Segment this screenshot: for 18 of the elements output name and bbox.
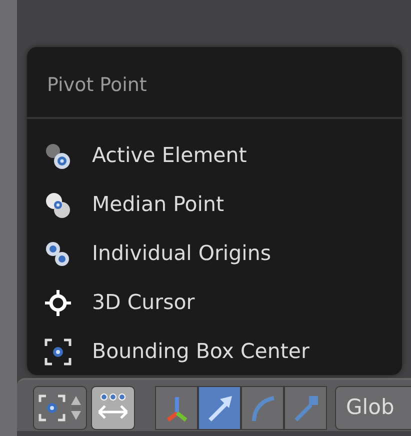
pivot-dropdown[interactable] [33, 386, 87, 430]
active-element-icon [44, 142, 72, 170]
tool-button[interactable] [155, 386, 198, 430]
bounding-box-icon [38, 394, 66, 422]
menu-item[interactable]: 3D Cursor [27, 278, 402, 327]
manipulator-toggle[interactable] [91, 386, 135, 430]
bounding-box-icon [44, 338, 72, 366]
individual-origins-icon [44, 240, 72, 268]
menu-item[interactable]: Median Point [27, 180, 402, 229]
menu-item[interactable]: Bounding Box Center [27, 327, 402, 376]
tool-button[interactable] [198, 386, 241, 430]
menu-item[interactable]: Active Element [27, 131, 402, 180]
crosshair-icon [44, 288, 72, 316]
median-point-icon [44, 190, 72, 218]
up-down-arrows-icon [70, 394, 82, 420]
menu-item[interactable]: Individual Origins [27, 229, 402, 278]
orientation-dropdown[interactable]: Glob [335, 386, 411, 430]
menu-title: Pivot Point [46, 73, 148, 98]
